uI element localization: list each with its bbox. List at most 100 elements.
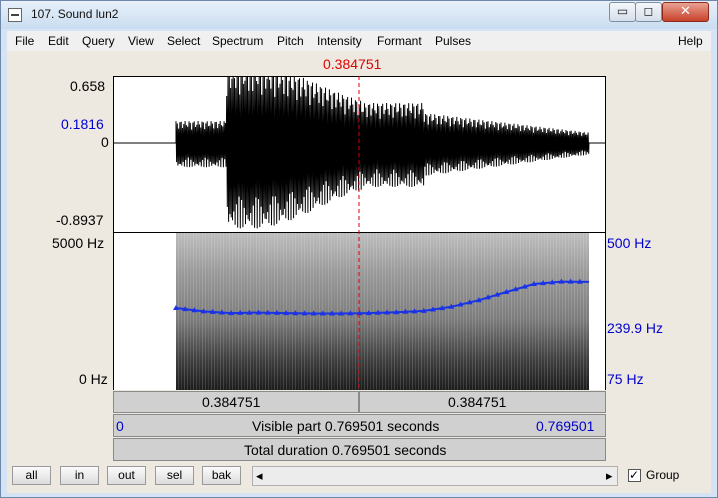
pitch-cursor-label: 239.9 Hz: [607, 320, 664, 336]
spectrogram-striation: [559, 233, 560, 390]
spectrogram-striation: [319, 233, 320, 390]
close-icon: ✕: [680, 4, 691, 19]
waveform-panel[interactable]: [113, 76, 606, 233]
spectrogram-striation: [523, 233, 524, 390]
selection-left-bar[interactable]: 0.384751: [113, 391, 359, 413]
spectrogram-striation: [496, 233, 497, 390]
zoom-sel-button[interactable]: sel: [155, 466, 194, 485]
group-label: Group: [646, 468, 680, 482]
spectrogram-striation: [265, 233, 266, 390]
spectrogram-striation: [184, 233, 185, 390]
spectrogram-panel[interactable]: [113, 233, 606, 390]
spectrogram-striation: [475, 233, 476, 390]
spectrogram-striation: [238, 233, 239, 390]
spectrogram-striation: [301, 233, 302, 390]
spectrogram-striation: [556, 233, 557, 390]
menu-bar: File Edit Query View Select Spectrum Pit…: [7, 31, 711, 51]
waveform-ymax-label: 0.658: [70, 78, 106, 94]
waveform-zero-label: 0: [101, 134, 109, 150]
spectrogram-striation: [445, 233, 446, 390]
close-button[interactable]: ✕: [662, 2, 709, 22]
spectrogram-striation: [262, 233, 263, 390]
visible-part-bar[interactable]: 0 Visible part 0.769501 seconds 0.769501: [113, 414, 606, 437]
spectrogram-striation: [547, 233, 548, 390]
spectrogram-striation: [283, 233, 284, 390]
spectrogram-striation: [190, 233, 191, 390]
scroll-right-arrow-icon[interactable]: ▸: [606, 468, 613, 484]
spectrogram-striation: [244, 233, 245, 390]
spectrogram-striation: [472, 233, 473, 390]
spectrogram-striation: [247, 233, 248, 390]
spectrogram-striation: [310, 233, 311, 390]
menu-select[interactable]: Select: [167, 34, 200, 48]
zoom-out-button[interactable]: out: [107, 466, 146, 485]
checkmark-icon: ✓: [629, 468, 640, 482]
maximize-button[interactable]: ◻: [635, 2, 662, 22]
spectrogram-striation: [499, 233, 500, 390]
spectrogram-striation: [373, 233, 374, 390]
zoom-in-button[interactable]: in: [60, 466, 99, 485]
waveform-ymin-label: -0.8937: [56, 212, 104, 228]
spectrogram-striation: [538, 233, 539, 390]
spectrogram-striation: [256, 233, 257, 390]
spectrogram-plot: [173, 233, 590, 390]
group-checkbox[interactable]: ✓: [628, 468, 641, 482]
spectrogram-striation: [451, 233, 452, 390]
menu-intensity[interactable]: Intensity: [317, 34, 362, 48]
visible-part-label: Visible part 0.769501 seconds: [252, 418, 440, 434]
spectrogram-striation: [565, 233, 566, 390]
spectrogram-striation: [187, 233, 188, 390]
menu-file[interactable]: File: [15, 34, 34, 48]
spectrogram-striation: [292, 233, 293, 390]
spectrogram-striation: [562, 233, 563, 390]
zoom-all-button[interactable]: all: [12, 466, 51, 485]
spectrogram-striation: [478, 233, 479, 390]
spectrogram-striation: [343, 233, 344, 390]
scroll-left-arrow-icon[interactable]: ◂: [256, 468, 263, 484]
spectrogram-striation: [337, 233, 338, 390]
selection-right-bar[interactable]: 0.384751: [359, 391, 606, 413]
menu-pitch[interactable]: Pitch: [277, 34, 304, 48]
spectrogram-striation: [223, 233, 224, 390]
spectrogram-striation: [289, 233, 290, 390]
spectrogram-striation: [541, 233, 542, 390]
menu-view[interactable]: View: [128, 34, 154, 48]
spectrogram-striation: [568, 233, 569, 390]
spectrogram-striation: [571, 233, 572, 390]
spectrogram-freq-max-label: 5000 Hz: [52, 235, 105, 251]
menu-edit[interactable]: Edit: [48, 34, 69, 48]
pitch-max-label: 500 Hz: [607, 235, 652, 251]
spectrogram-striation: [520, 233, 521, 390]
title-bar[interactable]: 107. Sound lun2 ▭ ◻ ✕: [1, 1, 717, 29]
spectrogram-striation: [580, 233, 581, 390]
spectrogram-striation: [469, 233, 470, 390]
spectrogram-striation: [511, 233, 512, 390]
spectrogram-striation: [550, 233, 551, 390]
waveform-trace: [114, 76, 605, 229]
menu-pulses[interactable]: Pulses: [435, 34, 471, 48]
maximize-icon: ◻: [643, 4, 654, 18]
spectrogram-striation: [274, 233, 275, 390]
spectrogram-striation: [490, 233, 491, 390]
zoom-back-button[interactable]: bak: [202, 466, 241, 485]
spectrogram-striation: [577, 233, 578, 390]
spectrogram-striation: [487, 233, 488, 390]
minimize-button[interactable]: ▭: [609, 2, 636, 22]
time-scrollbar[interactable]: ◂ ▸: [252, 466, 618, 486]
spectrogram-striation: [325, 233, 326, 390]
spectrogram-striation: [460, 233, 461, 390]
menu-query[interactable]: Query: [82, 34, 115, 48]
spectrogram-striation: [529, 233, 530, 390]
spectrogram-striation: [484, 233, 485, 390]
spectrogram-striation: [370, 233, 371, 390]
spectrogram-striation: [253, 233, 254, 390]
menu-help[interactable]: Help: [678, 34, 703, 48]
spectrogram-striation: [436, 233, 437, 390]
menu-formant[interactable]: Formant: [377, 34, 422, 48]
spectrogram-striation: [385, 233, 386, 390]
visible-end-label: 0.769501: [536, 418, 595, 434]
spectrogram-striation: [271, 233, 272, 390]
total-duration-label: Total duration 0.769501 seconds: [244, 442, 447, 458]
menu-spectrum[interactable]: Spectrum: [212, 34, 263, 48]
total-duration-bar[interactable]: Total duration 0.769501 seconds: [113, 438, 606, 461]
